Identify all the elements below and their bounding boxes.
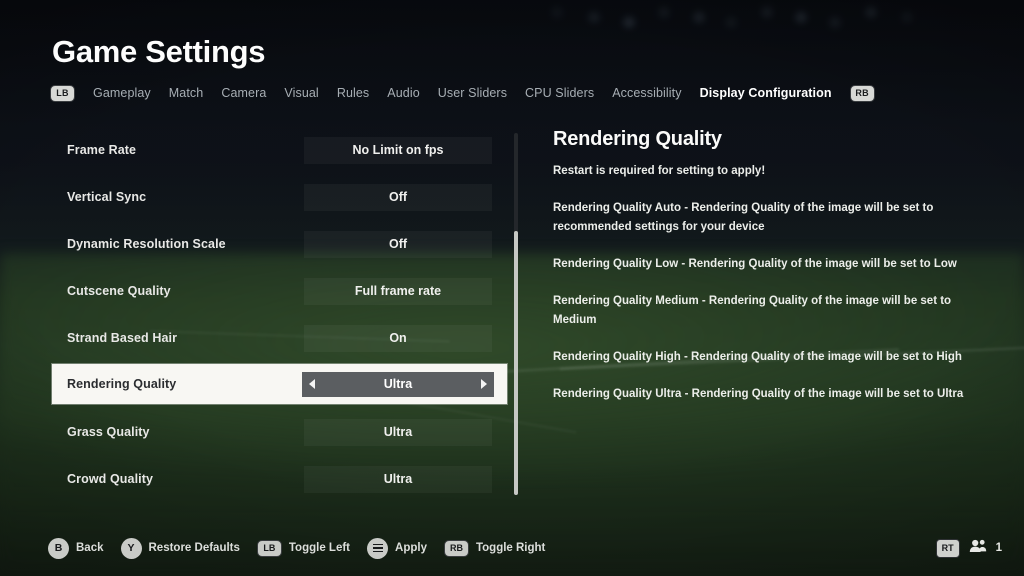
players-count: 1 — [995, 542, 1002, 554]
setting-value-chip[interactable]: Off — [304, 183, 492, 211]
setting-value-chip[interactable]: Ultra — [304, 418, 492, 446]
tab-display-configuration[interactable]: Display Configuration — [700, 86, 832, 100]
lb-bumper-icon[interactable]: LB — [256, 539, 282, 557]
detail-restart-note: Restart is required for setting to apply… — [553, 165, 766, 177]
footer-hint-back[interactable]: B Back — [48, 537, 104, 559]
setting-label: Grass Quality — [67, 425, 150, 439]
setting-value: Off — [388, 190, 408, 204]
y-button-icon[interactable]: Y — [120, 537, 142, 559]
detail-paragraph: Rendering Quality Ultra - Rendering Qual… — [553, 388, 964, 400]
detail-paragraph: Rendering Quality Medium - Rendering Qua… — [553, 295, 952, 326]
setting-value-chip[interactable]: On — [304, 324, 492, 352]
chevron-left-icon[interactable] — [309, 379, 315, 389]
setting-label: Vertical Sync — [67, 190, 147, 204]
setting-value: Ultra — [383, 472, 413, 486]
footer-hint-label: Back — [76, 542, 104, 554]
chevron-right-icon[interactable] — [481, 379, 487, 389]
setting-value: Ultra — [383, 425, 413, 439]
players-icon — [969, 539, 987, 558]
setting-row-selected[interactable]: Rendering Quality Ultra — [52, 364, 507, 404]
setting-value-chip[interactable]: No Limit on fps — [304, 136, 492, 164]
page-title: Game Settings — [52, 34, 266, 69]
setting-value: No Limit on fps — [352, 143, 444, 157]
setting-label: Dynamic Resolution Scale — [67, 237, 226, 251]
setting-label: Frame Rate — [67, 143, 137, 157]
footer-hint-label: Toggle Right — [475, 542, 546, 554]
setting-value-chip[interactable]: Full frame rate — [304, 277, 492, 305]
detail-description-list: Rendering Quality Auto - Rendering Quali… — [553, 199, 973, 404]
setting-row[interactable]: Frame Rate No Limit on fps — [52, 130, 507, 170]
setting-value: Full frame rate — [354, 284, 442, 298]
setting-row[interactable]: Cutscene Quality Full frame rate — [52, 271, 507, 311]
footer-hint-bar: B Back Y Restore Defaults LB Toggle Left Apply… — [48, 535, 545, 561]
footer-hint-toggle-left[interactable]: LB Toggle Left — [256, 539, 351, 557]
settings-scrollbar-thumb[interactable] — [514, 231, 518, 495]
setting-row[interactable]: Strand Based Hair On — [52, 318, 507, 358]
tab-accessibility[interactable]: Accessibility — [612, 86, 681, 100]
setting-label: Strand Based Hair — [67, 331, 178, 345]
tab-match[interactable]: Match — [169, 86, 204, 100]
rt-trigger-icon[interactable]: RT — [935, 538, 960, 558]
setting-value: Off — [388, 237, 408, 251]
setting-row[interactable]: Vertical Sync Off — [52, 177, 507, 217]
tab-user-sliders[interactable]: User Sliders — [438, 86, 507, 100]
setting-label: Rendering Quality — [67, 377, 177, 391]
setting-value-chip[interactable]: Off — [304, 230, 492, 258]
setting-label: Crowd Quality — [67, 472, 154, 486]
tab-visual[interactable]: Visual — [284, 86, 318, 100]
footer-hint-label: Toggle Left — [288, 542, 351, 554]
setting-row[interactable]: Crowd Quality Ultra — [52, 459, 507, 499]
tab-bar: LB Gameplay Match Camera Visual Rules Audio Us… — [50, 82, 875, 104]
detail-panel: Rendering Quality Restart is required fo… — [553, 128, 973, 422]
b-button-icon[interactable]: B — [48, 537, 69, 559]
setting-value: Ultra — [383, 377, 413, 391]
tab-cpu-sliders[interactable]: CPU Sliders — [525, 86, 594, 100]
setting-value-chip[interactable]: Ultra — [304, 465, 492, 493]
footer-hint-label: Apply — [395, 542, 427, 554]
detail-paragraph: Rendering Quality Auto - Rendering Quali… — [553, 202, 934, 233]
lb-bumper-icon[interactable]: LB — [50, 84, 75, 102]
footer-hint-apply[interactable]: Apply — [367, 537, 427, 559]
tab-audio[interactable]: Audio — [387, 86, 419, 100]
setting-label: Cutscene Quality — [67, 284, 171, 298]
settings-scrollbar-track[interactable] — [514, 133, 518, 495]
footer-hint-label: Restore Defaults — [148, 542, 240, 554]
detail-paragraph: Rendering Quality Low - Rendering Qualit… — [553, 258, 957, 270]
tab-gameplay[interactable]: Gameplay — [93, 86, 151, 100]
setting-row[interactable]: Grass Quality Ultra — [52, 412, 507, 452]
detail-paragraph: Rendering Quality High - Rendering Quali… — [553, 351, 962, 363]
rb-bumper-icon[interactable]: RB — [443, 539, 469, 557]
footer-right-group: RT 1 — [935, 535, 1002, 561]
detail-title: Rendering Quality — [553, 128, 722, 150]
setting-row[interactable]: Dynamic Resolution Scale Off — [52, 224, 507, 264]
tab-camera[interactable]: Camera — [221, 86, 266, 100]
rb-bumper-icon[interactable]: RB — [849, 84, 875, 102]
setting-value: On — [389, 331, 407, 345]
game-settings-screen: Game Settings LB Gameplay Match Camera Visu… — [0, 0, 1024, 576]
settings-list: Frame Rate No Limit on fps Vertical Sync Of… — [52, 128, 507, 503]
footer-hint-restore-defaults[interactable]: Y Restore Defaults — [120, 537, 240, 559]
footer-hint-toggle-right[interactable]: RB Toggle Right — [443, 539, 546, 557]
menu-icon[interactable] — [367, 537, 389, 559]
tab-rules[interactable]: Rules — [337, 86, 369, 100]
setting-value-selector[interactable]: Ultra — [302, 371, 494, 397]
